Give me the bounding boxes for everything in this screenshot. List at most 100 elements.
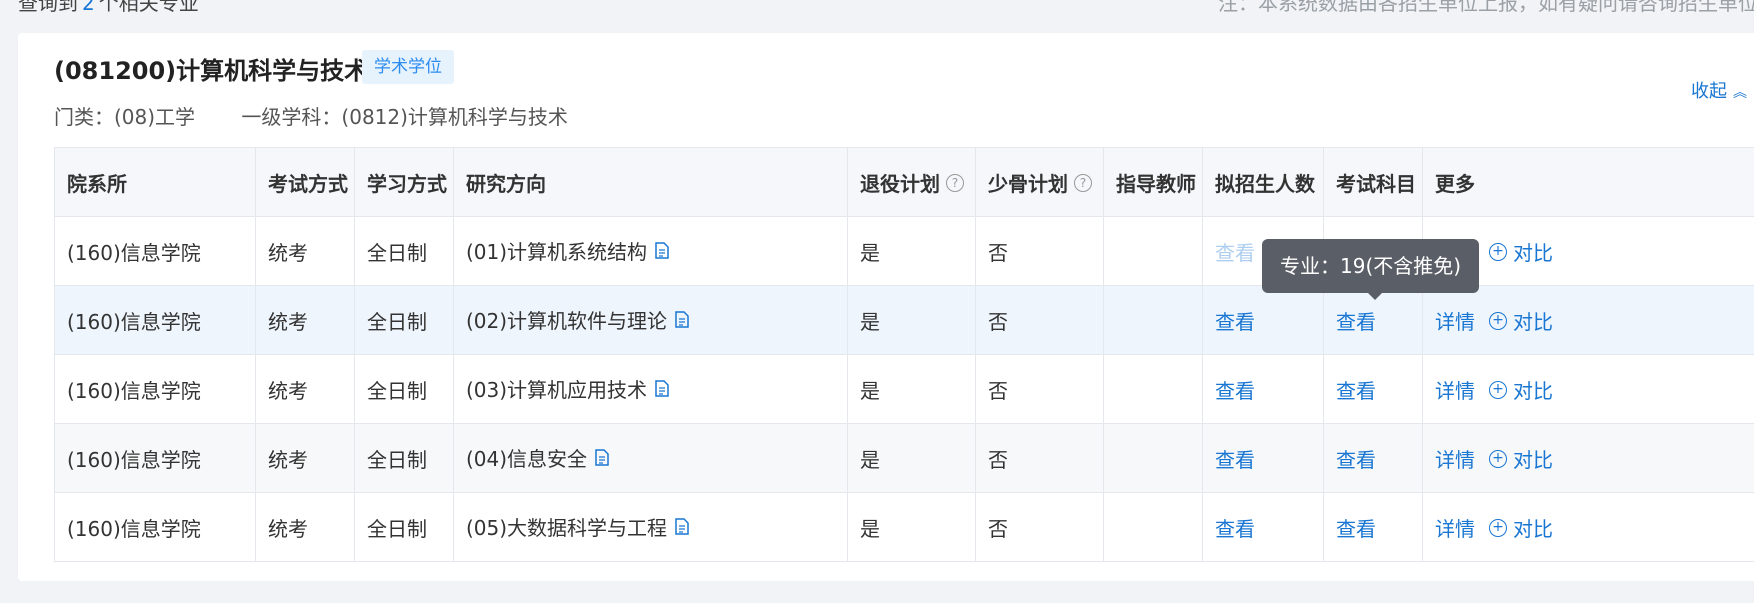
- plus-circle-icon[interactable]: +: [1489, 450, 1507, 468]
- cell-more: 详情 + 对比: [1422, 492, 1754, 562]
- cell-exam-mode: 统考: [255, 492, 355, 562]
- plus-circle-icon[interactable]: +: [1489, 381, 1507, 399]
- cell-dept: (160)信息学院: [54, 285, 256, 355]
- discipline-label: 一级学科：(0812)计算机科学与技术: [241, 105, 568, 129]
- document-icon[interactable]: [655, 240, 669, 264]
- col-header-exam-mode: 考试方式: [255, 147, 355, 217]
- col-header-veteran: 退役计划?: [847, 147, 976, 217]
- result-count-number: 2: [82, 0, 95, 14]
- cell-subjects: 查看: [1323, 423, 1423, 493]
- cell-direction: (02)计算机软件与理论: [453, 285, 848, 355]
- view-subjects-link[interactable]: 查看: [1336, 517, 1376, 541]
- direction-label: (01)计算机系统结构: [466, 240, 648, 265]
- direction-label: (03)计算机应用技术: [466, 378, 648, 403]
- col-header-veteran-label: 退役计划: [860, 171, 940, 196]
- document-icon[interactable]: [675, 516, 689, 540]
- col-header-direction: 研究方向: [453, 147, 848, 217]
- view-enroll-link[interactable]: 查看: [1215, 241, 1255, 265]
- cell-study-mode: 全日制: [354, 216, 454, 286]
- cell-veteran: 是: [847, 216, 976, 286]
- table-row: (160)信息学院 统考 全日制 (05)大数据科学与工程 是否 查看 查看 详情 + 对比: [54, 492, 1754, 562]
- detail-link[interactable]: 详情: [1435, 448, 1475, 472]
- cell-direction: (03)计算机应用技术: [453, 354, 848, 424]
- tooltip-arrow: [1368, 293, 1382, 300]
- collapse-button[interactable]: 收起 ︽: [1691, 77, 1747, 103]
- col-header-minority: 少骨计划?: [975, 147, 1104, 217]
- table-row: (160)信息学院统考全日制(01)计算机系统结构是否查看查看详情+对比: [54, 216, 1754, 286]
- cell-minority: 否: [975, 354, 1104, 424]
- view-enroll-link[interactable]: 查看: [1215, 517, 1255, 541]
- cell-advisor: [1103, 354, 1203, 424]
- compare-link[interactable]: 对比: [1513, 448, 1553, 472]
- col-header-enroll: 拟招生人数: [1202, 147, 1324, 217]
- cell-subjects: 查看: [1323, 354, 1423, 424]
- cell-study-mode: 全日制: [354, 492, 454, 562]
- compare-link[interactable]: 对比: [1513, 379, 1553, 403]
- detail-link[interactable]: 详情: [1435, 379, 1475, 403]
- view-enroll-link[interactable]: 查看: [1215, 448, 1255, 472]
- top-bar: 查询到 2 个相关专业 注：本系统数据由各招生单位上报，如有疑问请咨询招生单位: [0, 0, 1754, 14]
- cell-advisor: [1103, 216, 1203, 286]
- result-count-prefix: 查询到: [18, 0, 78, 14]
- cell-direction: (01)计算机系统结构: [453, 216, 848, 286]
- document-icon[interactable]: [595, 447, 609, 471]
- document-icon[interactable]: [675, 309, 689, 333]
- cell-minority: 否: [975, 285, 1104, 355]
- compare-link[interactable]: 对比: [1513, 241, 1553, 265]
- chevron-up-double-icon: ︽: [1733, 85, 1747, 101]
- cell-subjects: 查看: [1323, 492, 1423, 562]
- compare-link[interactable]: 对比: [1513, 310, 1553, 334]
- detail-link[interactable]: 详情: [1435, 310, 1475, 334]
- cell-direction: (04)信息安全: [453, 423, 848, 493]
- plus-circle-icon[interactable]: +: [1489, 312, 1507, 330]
- cell-exam-mode: 统考: [255, 354, 355, 424]
- cell-dept: (160)信息学院: [54, 492, 256, 562]
- plus-circle-icon[interactable]: +: [1489, 243, 1507, 261]
- major-title: (081200)计算机科学与技术: [54, 57, 369, 85]
- cell-enroll: 查看: [1202, 354, 1324, 424]
- direction-label: (04)信息安全: [466, 447, 588, 472]
- table-row: (160)信息学院 统考 全日制 (02)计算机软件与理论 是否 查看 查看 详情 + 对比: [54, 285, 1754, 355]
- cell-enroll: 查看: [1202, 285, 1324, 355]
- cell-veteran: 是: [847, 492, 976, 562]
- direction-label: (05)大数据科学与工程: [466, 516, 668, 541]
- result-count: 查询到 2 个相关专业: [18, 0, 199, 14]
- view-subjects-link[interactable]: 查看: [1336, 310, 1376, 334]
- cell-minority: 否: [975, 423, 1104, 493]
- cell-veteran: 是: [847, 423, 976, 493]
- cell-advisor: [1103, 492, 1203, 562]
- category-label: 门类：(08)工学: [54, 105, 196, 129]
- col-header-subjects: 考试科目: [1323, 147, 1423, 217]
- compare-link[interactable]: 对比: [1513, 517, 1553, 541]
- cell-advisor: [1103, 423, 1203, 493]
- col-header-study-mode: 学习方式: [354, 147, 454, 217]
- enroll-tooltip: 专业：19(不含推免): [1262, 239, 1480, 300]
- cell-study-mode: 全日制: [354, 285, 454, 355]
- cell-enroll: 查看: [1202, 423, 1324, 493]
- cell-more: 详情 + 对比: [1422, 423, 1754, 493]
- view-enroll-link[interactable]: 查看: [1215, 310, 1255, 334]
- plus-circle-icon[interactable]: +: [1489, 519, 1507, 537]
- cell-study-mode: 全日制: [354, 423, 454, 493]
- result-count-suffix: 个相关专业: [98, 0, 199, 14]
- table-header-row: 院系所 考试方式 学习方式 研究方向 退役计划? 少骨计划? 指导教师 拟招生人…: [54, 147, 1754, 217]
- cell-dept: (160)信息学院: [54, 216, 256, 286]
- col-header-more: 更多: [1422, 147, 1754, 217]
- col-header-advisor: 指导教师: [1103, 147, 1203, 217]
- question-circle-icon[interactable]: ?: [946, 174, 964, 192]
- document-icon[interactable]: [655, 378, 669, 402]
- detail-link[interactable]: 详情: [1435, 517, 1475, 541]
- cell-enroll: 查看: [1202, 492, 1324, 562]
- directions-table: 院系所 考试方式 学习方式 研究方向 退役计划? 少骨计划? 指导教师 拟招生人…: [54, 147, 1754, 562]
- view-subjects-link[interactable]: 查看: [1336, 379, 1376, 403]
- view-subjects-link[interactable]: 查看: [1336, 448, 1376, 472]
- major-card: (081200)计算机科学与技术 学术学位 门类：(08)工学 一级学科：(08…: [18, 33, 1754, 581]
- table-row: (160)信息学院 统考 全日制 (04)信息安全 是否 查看 查看 详情 + 对比: [54, 423, 1754, 493]
- cell-minority: 否: [975, 492, 1104, 562]
- view-enroll-link[interactable]: 查看: [1215, 379, 1255, 403]
- cell-direction: (05)大数据科学与工程: [453, 492, 848, 562]
- col-header-minority-label: 少骨计划: [988, 171, 1068, 196]
- question-circle-icon[interactable]: ?: [1074, 174, 1092, 192]
- collapse-label: 收起: [1691, 81, 1727, 102]
- notice-text: 注：本系统数据由各招生单位上报，如有疑问请咨询招生单位: [1218, 0, 1754, 14]
